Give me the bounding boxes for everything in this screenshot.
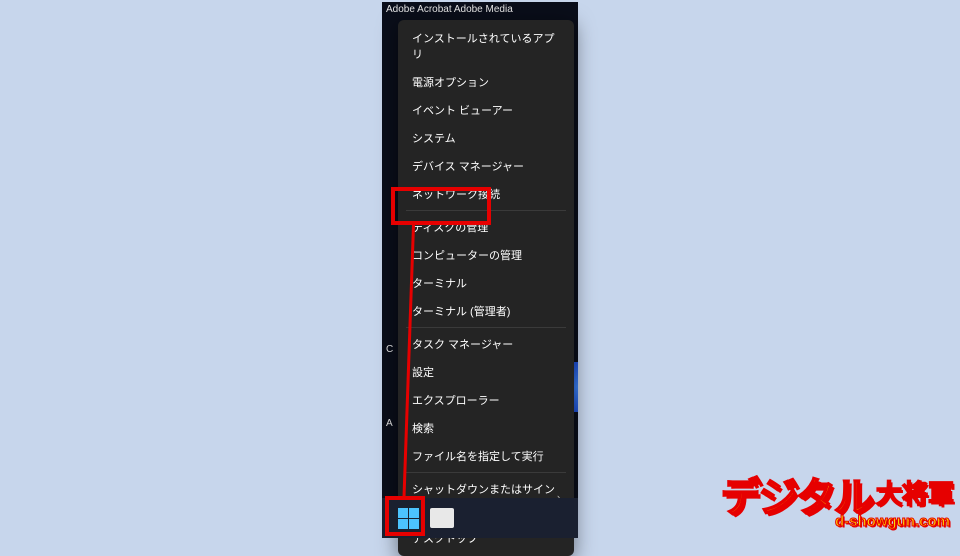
menu-item-label: タスク マネージャー (412, 336, 513, 352)
menu-item-label: ディスクの管理 (412, 219, 488, 235)
menu-item-label: ネットワーク接続 (412, 186, 500, 202)
taskbar-app-icon[interactable] (430, 508, 454, 528)
menu-item-13[interactable]: 検索 (398, 414, 574, 442)
start-button[interactable] (394, 504, 422, 532)
menu-item-label: システム (412, 130, 456, 146)
desktop-left-glyph-2: A (386, 418, 393, 429)
winx-context-menu: インストールされているアプリ電源オプションイベント ビューアーシステムデバイス … (398, 20, 574, 556)
menu-item-label: 電源オプション (412, 74, 489, 90)
taskbar (382, 498, 578, 538)
menu-item-9[interactable]: ターミナル (管理者) (398, 297, 574, 325)
menu-item-5[interactable]: ネットワーク接続 (398, 180, 574, 208)
menu-separator (406, 327, 566, 328)
menu-item-8[interactable]: ターミナル (398, 269, 574, 297)
menu-item-label: エクスプローラー (412, 392, 500, 408)
menu-separator (406, 210, 566, 211)
menu-item-12[interactable]: エクスプローラー (398, 386, 574, 414)
menu-item-14[interactable]: ファイル名を指定して実行 (398, 442, 574, 470)
menu-item-label: ターミナル (管理者) (412, 303, 510, 319)
menu-item-2[interactable]: イベント ビューアー (398, 96, 574, 124)
menu-item-4[interactable]: デバイス マネージャー (398, 152, 574, 180)
menu-item-0[interactable]: インストールされているアプリ (398, 24, 574, 68)
menu-item-6[interactable]: ディスクの管理 (398, 213, 574, 241)
desktop-left-glyph-1: C (386, 344, 393, 355)
menu-item-label: コンピューターの管理 (412, 247, 522, 263)
desktop-icon-labels: Adobe Acrobat Adobe Media (386, 4, 513, 15)
menu-item-label: ターミナル (412, 275, 467, 291)
watermark: デジタル大将軍 d-showgun.com (721, 478, 950, 530)
menu-item-label: イベント ビューアー (412, 102, 513, 118)
menu-item-10[interactable]: タスク マネージャー (398, 330, 574, 358)
watermark-sub: 大将軍 (876, 479, 954, 509)
menu-item-1[interactable]: 電源オプション (398, 68, 574, 96)
menu-item-label: 設定 (412, 364, 434, 380)
menu-item-label: インストールされているアプリ (412, 30, 560, 62)
menu-separator (406, 472, 566, 473)
menu-item-label: デバイス マネージャー (412, 158, 524, 174)
menu-item-3[interactable]: システム (398, 124, 574, 152)
menu-item-label: 検索 (412, 420, 434, 436)
menu-item-7[interactable]: コンピューターの管理 (398, 241, 574, 269)
menu-item-11[interactable]: 設定 (398, 358, 574, 386)
menu-item-label: ファイル名を指定して実行 (412, 448, 544, 464)
windows-logo-icon (398, 508, 419, 529)
